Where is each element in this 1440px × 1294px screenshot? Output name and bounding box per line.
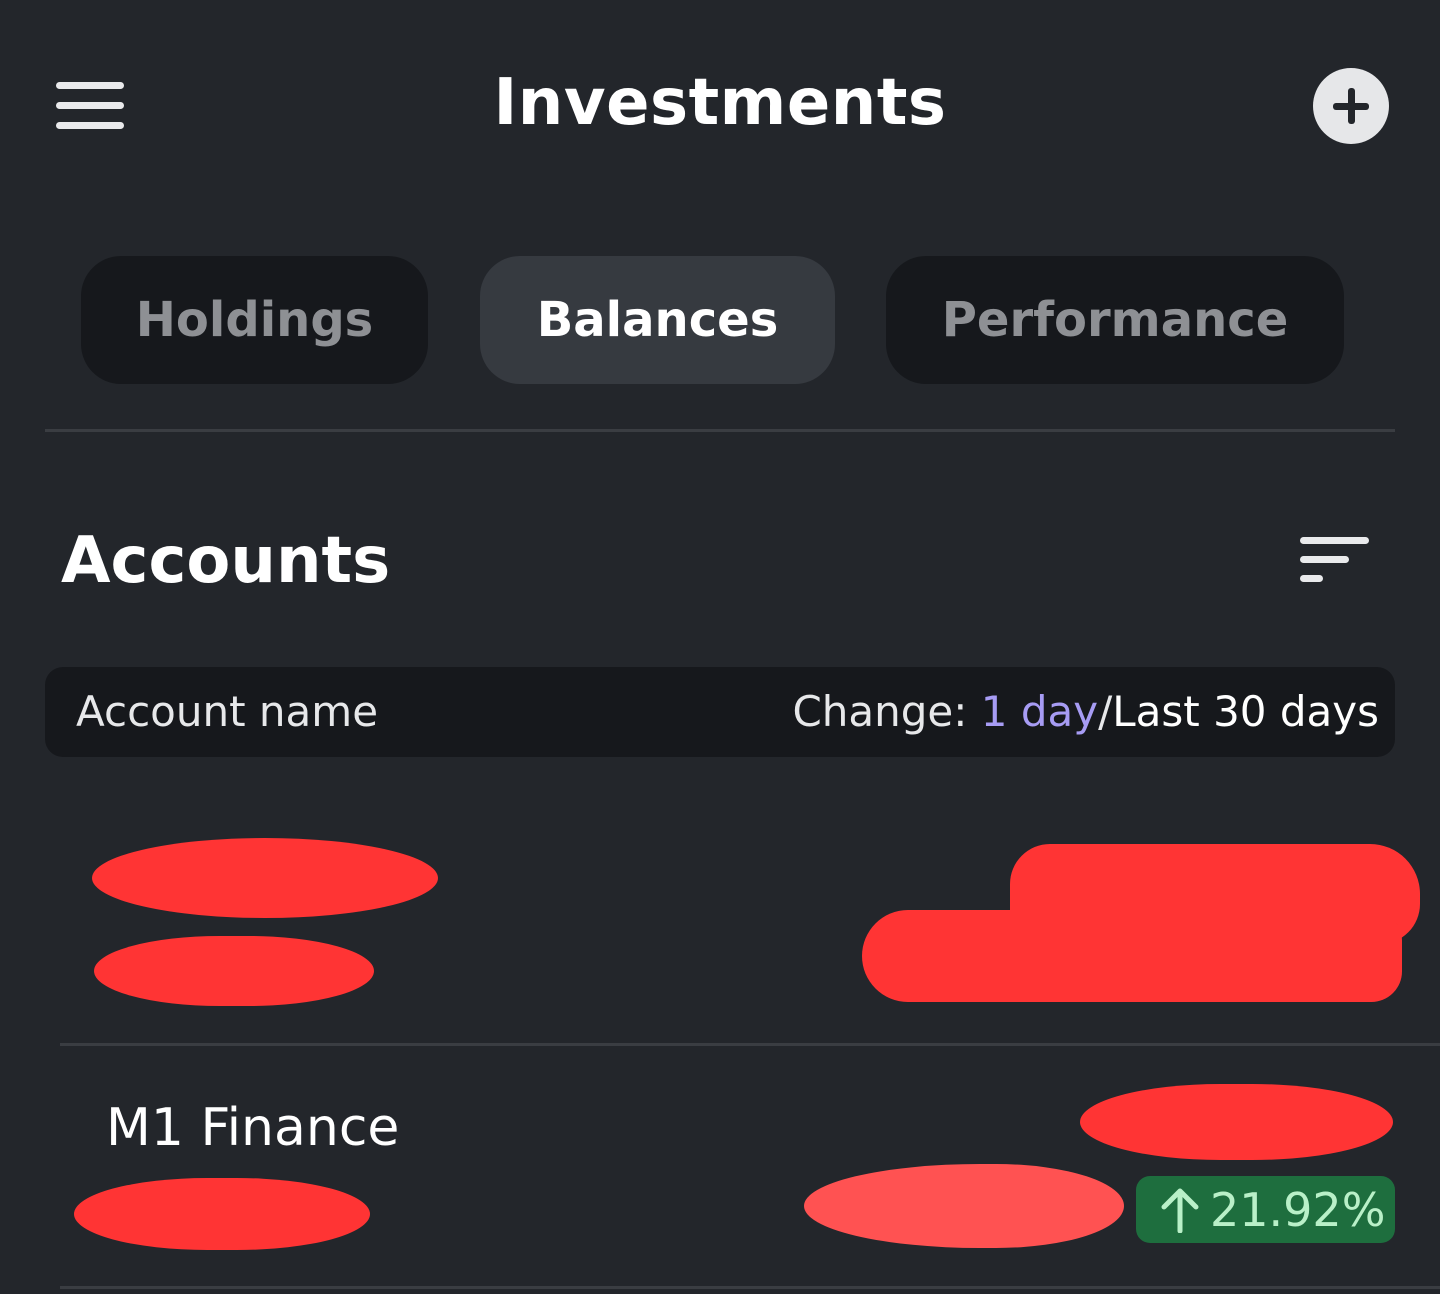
page-title: Investments [493,66,947,140]
redacted-account-name [92,838,438,918]
row-divider [60,1286,1440,1289]
investments-screen: Investments Holdings Balances Performanc… [0,0,1440,1294]
account-row-m1-finance[interactable] [0,1047,1440,1287]
accounts-column-header: Account name Change: 1 day/Last 30 days [45,667,1395,757]
redacted-account-detail [94,936,374,1006]
tab-performance[interactable]: Performance [886,256,1344,384]
account-row[interactable] [0,790,1440,1045]
redacted-account-detail [74,1178,370,1250]
change-period-separator: / [1098,687,1113,736]
add-button[interactable] [1313,68,1389,144]
change-percent-badge: 21.92% [1136,1176,1395,1243]
sort-button[interactable] [1300,537,1370,587]
sort-lines-icon [1300,537,1369,544]
plus-circle-icon [1333,88,1369,124]
change-column-label: Change: 1 day/Last 30 days [792,687,1379,736]
redacted-account-balance [1080,1084,1393,1160]
change-period-last-30-days[interactable]: Last 30 days [1112,687,1379,736]
tab-balances[interactable]: Balances [480,256,835,384]
row-divider [60,1043,1440,1046]
change-period-1-day[interactable]: 1 day [981,687,1098,736]
account-name-column-label: Account name [76,687,379,736]
change-percent-value: 21.92% [1210,1182,1386,1237]
redacted-account-change [862,910,1402,1002]
account-name: M1 Finance [106,1098,400,1158]
accounts-heading: Accounts [61,524,391,598]
change-prefix: Change: [792,687,981,736]
tabs-divider [45,429,1395,432]
tab-holdings[interactable]: Holdings [81,256,428,384]
arrow-up-icon [1161,1188,1199,1233]
